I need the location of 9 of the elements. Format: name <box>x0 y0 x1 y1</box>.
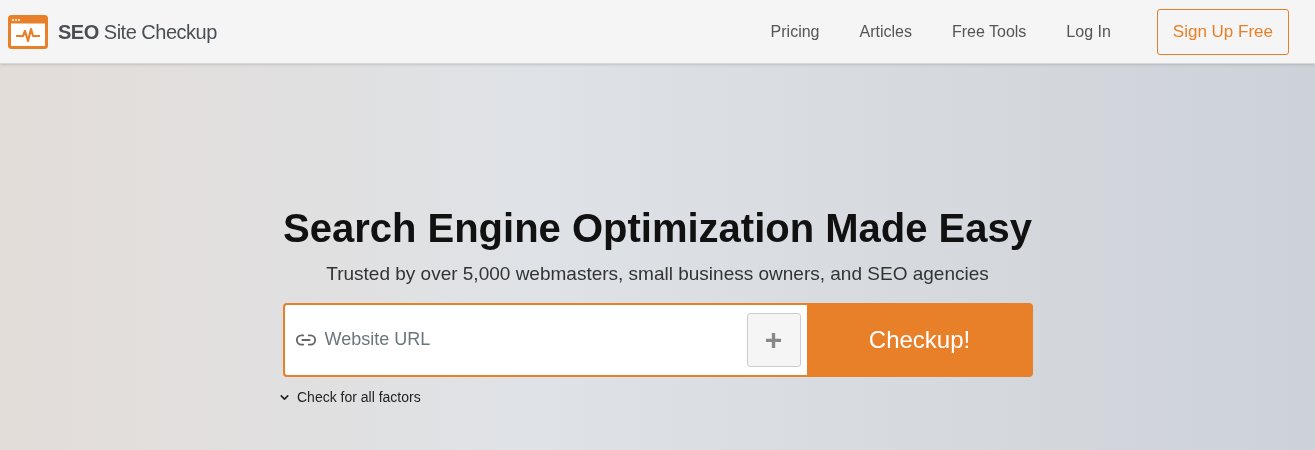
logo-icon <box>8 14 48 49</box>
nav-link[interactable]: Pricing <box>770 19 820 44</box>
nav-link[interactable]: Log In <box>1066 19 1111 44</box>
nav-link[interactable]: Articles <box>859 19 912 44</box>
logo-text[interactable]: SEO Site Checkup <box>58 16 217 47</box>
options-toggle[interactable]: Check for all factors <box>278 386 421 408</box>
hero-title: Search Engine Optimization Made Easy <box>282 205 1033 252</box>
nav-link[interactable]: Free Tools <box>951 19 1027 44</box>
hero-subtitle: Trusted by over 5,000 webmasters, small business owners, and SEO agencies <box>326 262 989 286</box>
